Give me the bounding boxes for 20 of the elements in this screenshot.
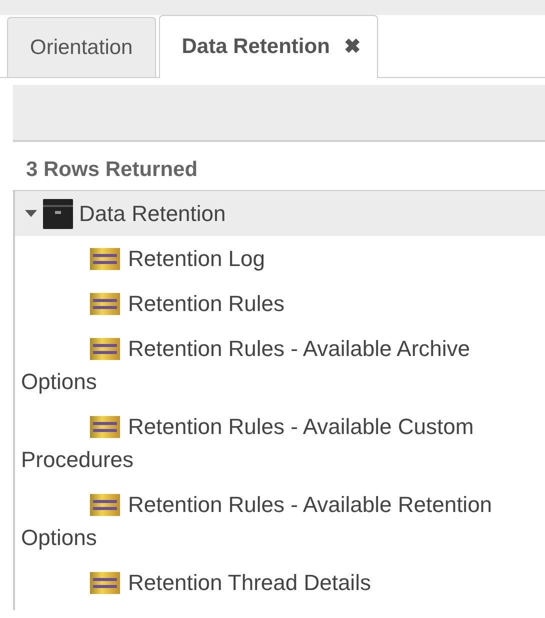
tree-item-label[interactable]: Retention Log: [15, 242, 520, 275]
tree-item-label[interactable]: Retention Rules: [15, 287, 520, 320]
rows-returned-text: 3 Rows Returned: [26, 157, 199, 180]
table-icon: [90, 416, 120, 438]
tab[interactable]: Data Retention ✖: [158, 15, 378, 78]
table-icon: [90, 494, 120, 516]
table-icon: [90, 293, 120, 315]
tree-item-label[interactable]: Retention Rules - Available Archive Options: [15, 332, 520, 398]
expand-toggle-icon[interactable]: [25, 210, 37, 218]
table-icon: [90, 572, 120, 594]
table-icon: [90, 338, 120, 360]
table-icon: [90, 248, 120, 270]
close-icon[interactable]: ✖: [344, 32, 361, 62]
tree-item-label[interactable]: Retention Thread Details: [15, 566, 520, 599]
tree-item-label[interactable]: Retention Rules - Available Retention Options: [15, 488, 520, 554]
tree-node[interactable]: Data Retention: [15, 190, 545, 236]
tab[interactable]: Orientation: [7, 17, 156, 77]
tree-item-label[interactable]: Retention Rules - Available Custom Procedures: [15, 410, 520, 476]
tree-node-label: Data Retention: [79, 200, 226, 228]
archive-box-icon: [43, 198, 73, 228]
